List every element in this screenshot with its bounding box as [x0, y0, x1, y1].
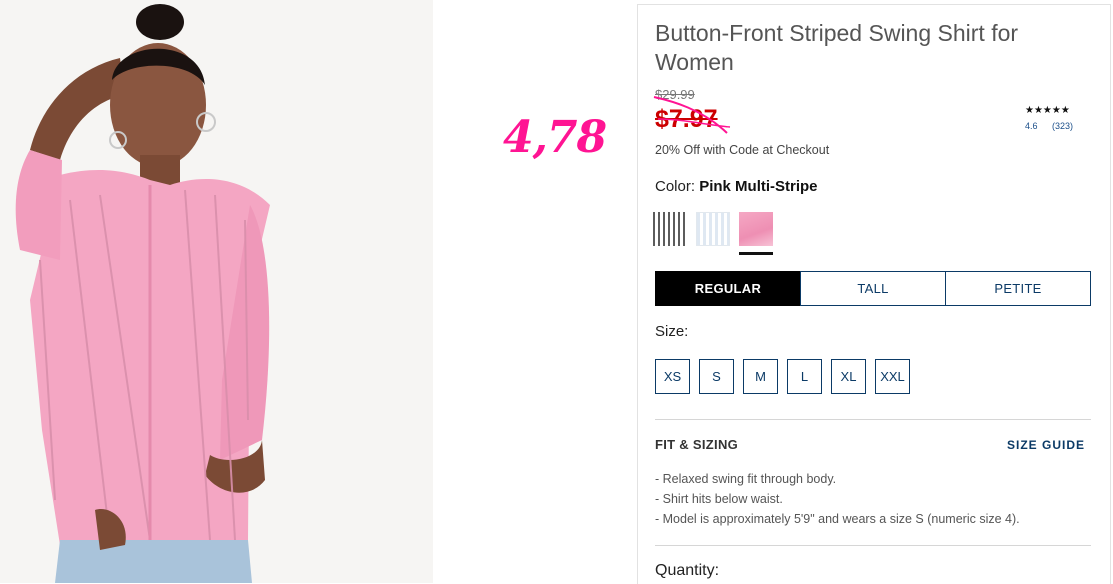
review-count[interactable]: (323) [1052, 121, 1073, 131]
product-image[interactable] [0, 0, 433, 583]
size-button-xxl[interactable]: XXL [875, 359, 910, 394]
size-button-s[interactable]: S [699, 359, 734, 394]
size-guide-link[interactable]: SIZE GUIDE [1007, 438, 1085, 452]
size-button-m[interactable]: M [743, 359, 778, 394]
size-button-l[interactable]: L [787, 359, 822, 394]
fit-note: Relaxed swing fit through body. [655, 469, 1020, 489]
color-value: Pink Multi-Stripe [699, 178, 818, 195]
sale-price: $7.97 [655, 105, 718, 133]
quantity-label: Quantity: [655, 562, 720, 579]
fit-sizing-heading: FIT & SIZING [655, 437, 739, 452]
swatch-black-white-stripe[interactable] [653, 212, 687, 246]
handwritten-price-annotation: 4,78 [503, 112, 607, 163]
promo-text: 20% Off with Code at Checkout [655, 143, 830, 157]
fit-note: Model is approximately 5'9" and wears a … [655, 509, 1020, 529]
swatch-blue-white-stripe[interactable] [696, 212, 730, 246]
size-button-xs[interactable]: XS [655, 359, 690, 394]
tab-regular[interactable]: REGULAR [655, 271, 801, 306]
selected-swatch-indicator [739, 252, 773, 255]
color-label: Color: [655, 178, 696, 195]
swatch-pink-multi-stripe[interactable] [739, 212, 773, 246]
fit-notes: Relaxed swing fit through body. Shirt hi… [655, 469, 1020, 529]
tab-petite[interactable]: PETITE [945, 271, 1091, 306]
rating-value: 4.6 [1025, 121, 1038, 131]
size-button-xl[interactable]: XL [831, 359, 866, 394]
model-photo [0, 0, 433, 583]
original-price: $29.99 [655, 87, 695, 102]
size-options: XS S M L XL XXL [655, 359, 919, 394]
product-title: Button-Front Striped Swing Shirt for Wom… [655, 20, 1019, 75]
divider [655, 545, 1091, 546]
divider [655, 419, 1091, 420]
product-info-panel: Button-Front Striped Swing Shirt for Wom… [637, 4, 1111, 584]
rating[interactable]: ★★★★★ 4.6 (323) [1025, 105, 1095, 131]
color-selection: Color: Pink Multi-Stripe [655, 178, 818, 195]
fit-tabs: REGULAR TALL PETITE [655, 271, 1091, 306]
fit-note: Shirt hits below waist. [655, 489, 1020, 509]
rating-stars-icon: ★★★★★ [1025, 105, 1070, 116]
size-label: Size: [655, 323, 689, 340]
tab-tall[interactable]: TALL [800, 271, 946, 306]
